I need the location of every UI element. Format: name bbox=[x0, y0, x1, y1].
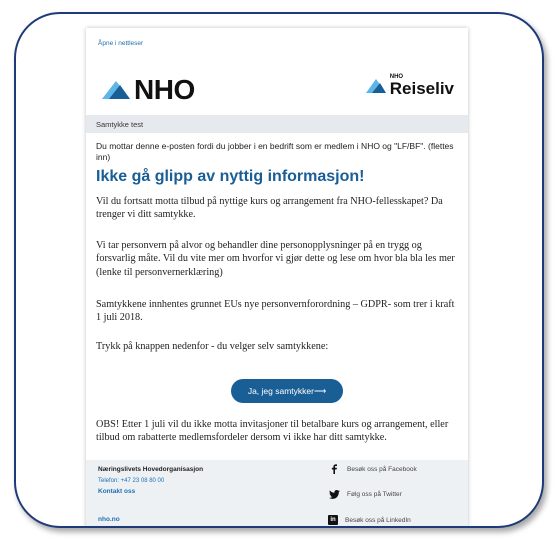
intro-text: Du mottar denne e-posten fordi du jobber… bbox=[96, 141, 454, 163]
linkedin-link-label: Besøk oss på LinkedIn bbox=[345, 516, 411, 524]
headline: Ikke gå glipp av nyttig informasjon! bbox=[96, 168, 365, 185]
contact-link[interactable]: Kontakt oss bbox=[98, 488, 135, 495]
linkedin-link[interactable]: in Besøk oss på LinkedIn bbox=[328, 515, 411, 525]
nho-mountain-icon bbox=[102, 81, 130, 99]
linkedin-icon: in bbox=[328, 515, 338, 525]
reiseliv-mountain-icon bbox=[365, 79, 386, 93]
facebook-link-label: Besøk oss på Facebook bbox=[347, 465, 417, 473]
consent-button[interactable]: Ja, jeg samtykker⟶ bbox=[231, 379, 343, 403]
subject-bar: Samtykke test bbox=[86, 115, 468, 133]
nho-logo: NHO bbox=[100, 74, 195, 106]
twitter-link-label: Følg oss på Twitter bbox=[347, 490, 402, 498]
paragraph-instruction: Trykk på knappen nedenfor - du velger se… bbox=[96, 341, 329, 352]
nho-logo-text: NHO bbox=[134, 74, 195, 105]
twitter-icon bbox=[328, 489, 340, 499]
footer-phone[interactable]: Telefon: +47 23 08 80 00 bbox=[98, 478, 164, 484]
email-preview: Åpne i nettleser NHO NHO Reiseliv Samtyk… bbox=[86, 28, 468, 526]
email-footer: Næringslivets Hovedorganisasjon Telefon:… bbox=[86, 460, 468, 526]
paragraph-offer: Vil du fortsatt motta tilbud på nyttige … bbox=[96, 196, 443, 221]
footer-organization: Næringslivets Hovedorganisasjon bbox=[98, 466, 204, 473]
facebook-icon bbox=[328, 464, 340, 474]
facebook-link[interactable]: Besøk oss på Facebook bbox=[328, 464, 417, 474]
rounded-frame: Åpne i nettleser NHO NHO Reiseliv Samtyk… bbox=[14, 12, 544, 528]
open-in-browser-link[interactable]: Åpne i nettleser bbox=[98, 40, 143, 47]
paragraph-gdpr: Samtykkene innhentes grunnet EUs nye per… bbox=[96, 299, 455, 324]
subject-text: Samtykke test bbox=[96, 120, 144, 129]
nho-reiseliv-logo: NHO Reiseliv bbox=[365, 74, 454, 97]
website-link[interactable]: nho.no bbox=[98, 516, 120, 523]
paragraph-privacy: Vi tar personvern på alvor og behandler … bbox=[96, 240, 455, 278]
twitter-link[interactable]: Følg oss på Twitter bbox=[328, 489, 402, 499]
reiseliv-logo-text: Reiseliv bbox=[389, 79, 454, 98]
paragraph-notice: OBS! Etter 1 juli vil du ikke motta invi… bbox=[96, 419, 449, 444]
